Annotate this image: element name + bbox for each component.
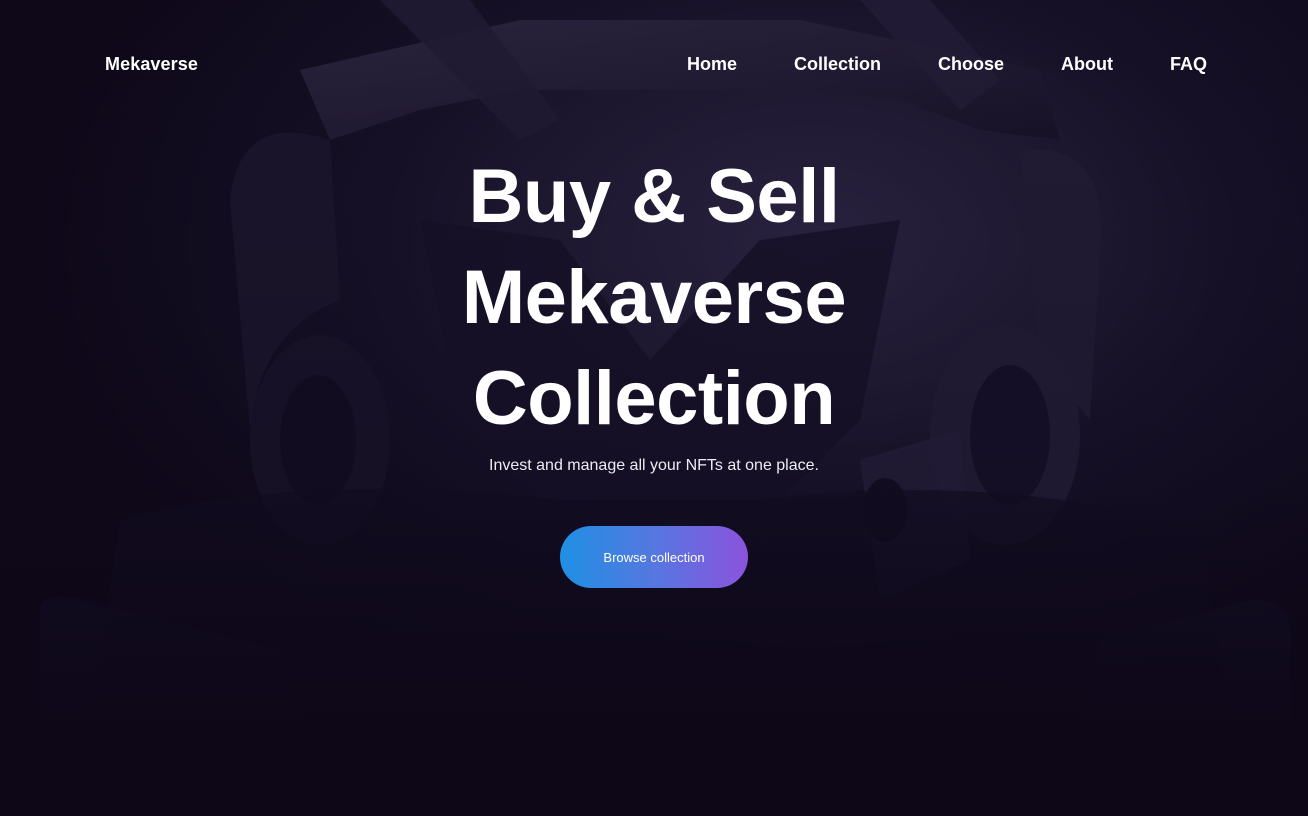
nav-links: Home Collection Choose About FAQ (687, 54, 1207, 75)
hero-title-line-3: Collection (472, 356, 836, 441)
nav-link-collection[interactable]: Collection (794, 54, 881, 75)
nav-link-choose[interactable]: Choose (938, 54, 1004, 75)
hero-section: Mekaverse Home Collection Choose About F… (0, 0, 1308, 816)
hero-title: Buy & Sell Mekaverse Collection (0, 146, 1308, 449)
hero-subtitle: Invest and manage all your NFTs at one p… (489, 457, 819, 474)
nav-link-home[interactable]: Home (687, 54, 737, 75)
hero-title-line-1: Buy & Sell (468, 154, 840, 239)
top-navbar: Mekaverse Home Collection Choose About F… (0, 40, 1308, 90)
nav-link-about[interactable]: About (1061, 54, 1113, 75)
hero-title-line-2: Mekaverse (461, 255, 847, 340)
browse-collection-button[interactable]: Browse collection (560, 526, 748, 588)
nav-link-faq[interactable]: FAQ (1170, 54, 1207, 75)
brand-logo[interactable]: Mekaverse (105, 54, 198, 75)
